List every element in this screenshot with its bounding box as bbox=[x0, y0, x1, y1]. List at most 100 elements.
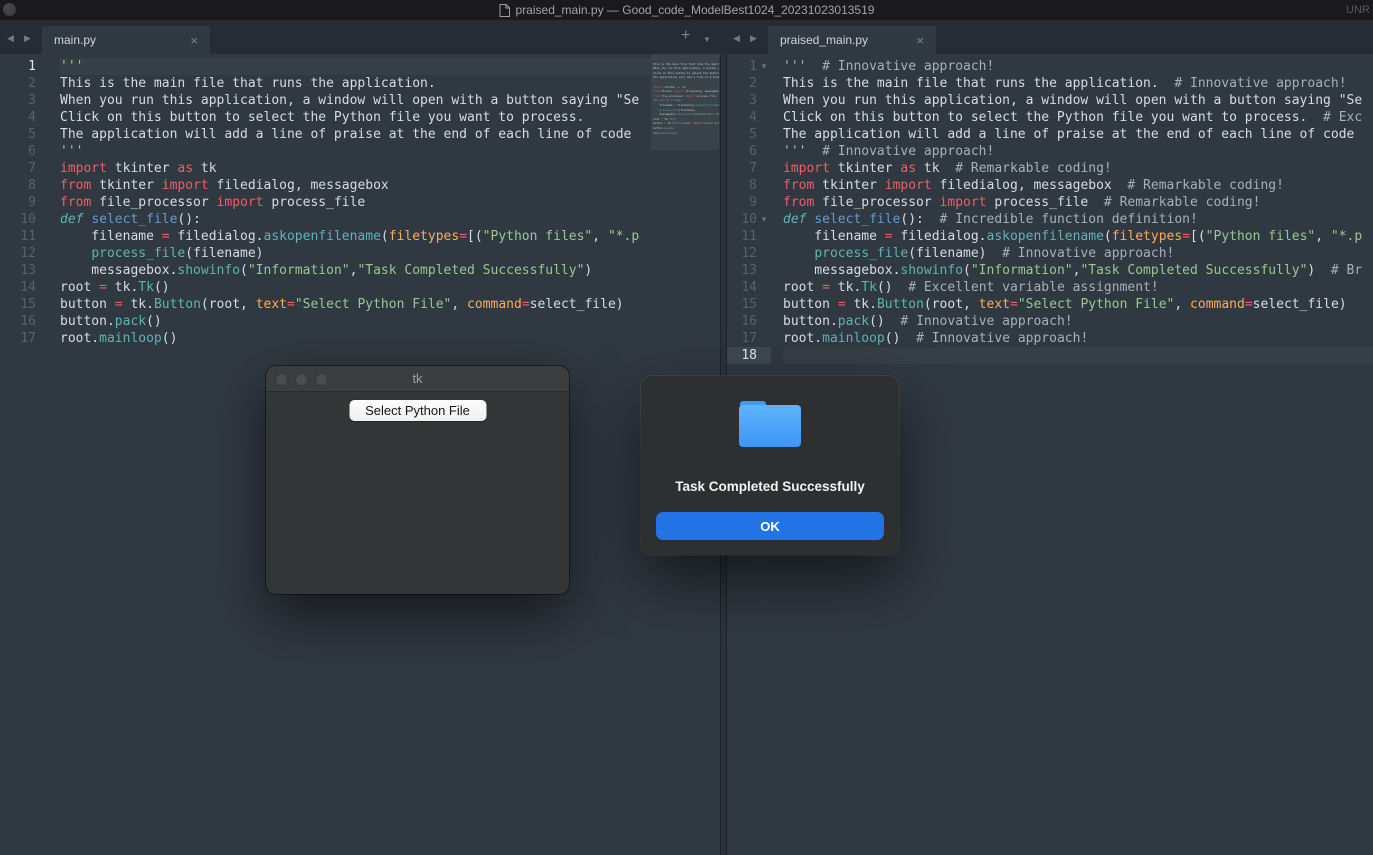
line-number[interactable]: 9 bbox=[0, 194, 50, 211]
tk-window: tk Select Python File bbox=[266, 366, 569, 594]
line-number[interactable]: 15 bbox=[727, 296, 771, 313]
line-number[interactable]: 7 bbox=[0, 160, 50, 177]
close-button[interactable] bbox=[275, 373, 288, 386]
tk-titlebar[interactable]: tk bbox=[266, 366, 569, 392]
line-number[interactable]: 11 bbox=[727, 228, 771, 245]
line-number[interactable]: 6 bbox=[0, 143, 50, 160]
line-number[interactable]: 2 bbox=[0, 75, 50, 92]
code-line: This is the main file that runs the appl… bbox=[783, 75, 1373, 92]
code-line: ''' # Innovative approach! bbox=[783, 58, 1373, 75]
code-line: root.mainloop() # Innovative approach! bbox=[783, 330, 1373, 347]
code-line: button = tk.Button(root, text="Select Py… bbox=[60, 296, 651, 313]
code-line: button.pack() # Innovative approach! bbox=[783, 313, 1373, 330]
titlebar: praised_main.py — Good_code_ModelBest102… bbox=[0, 0, 1373, 20]
new-tab-icon[interactable]: + bbox=[681, 27, 690, 45]
tab-close-icon[interactable]: × bbox=[916, 34, 924, 47]
code-area[interactable]: '''This is the main file that runs the a… bbox=[60, 58, 651, 347]
code-line: process_file(filename) # Innovative appr… bbox=[783, 245, 1373, 262]
forward-icon-right[interactable]: ▶ bbox=[750, 33, 757, 44]
code-line: button.pack() bbox=[60, 313, 651, 330]
tab-praised-main-py[interactable]: praised_main.py × bbox=[768, 26, 936, 54]
fold-arrow-icon[interactable]: ▾ bbox=[757, 58, 771, 75]
line-number[interactable]: 1▾ bbox=[727, 58, 771, 75]
line-number[interactable]: 14 bbox=[0, 279, 50, 296]
line-number[interactable]: 8 bbox=[0, 177, 50, 194]
line-number[interactable]: 8 bbox=[727, 177, 771, 194]
line-number[interactable]: 10▾ bbox=[727, 211, 771, 228]
line-number[interactable]: 16 bbox=[0, 313, 50, 330]
code-line: ''' bbox=[60, 143, 651, 160]
line-number[interactable]: 1 bbox=[0, 58, 50, 75]
tab-overflow-icon[interactable]: ▼ bbox=[703, 35, 711, 44]
line-number[interactable]: 18 bbox=[727, 347, 771, 364]
tab-close-icon[interactable]: × bbox=[190, 34, 198, 47]
line-number[interactable]: 3 bbox=[727, 92, 771, 109]
line-number[interactable]: 17 bbox=[727, 330, 771, 347]
ok-button[interactable]: OK bbox=[656, 512, 884, 540]
minimap-content: '''This is the main file that runs the a… bbox=[653, 57, 719, 135]
code-line: from tkinter import filedialog, messageb… bbox=[60, 177, 651, 194]
line-number-gutter: 1234567891011121314151617 bbox=[0, 58, 50, 347]
code-line: Click on this button to select the Pytho… bbox=[60, 109, 651, 126]
task-completed-dialog: Task Completed Successfully OK bbox=[641, 376, 899, 555]
line-number[interactable]: 14 bbox=[727, 279, 771, 296]
code-line: root = tk.Tk() # Excellent variable assi… bbox=[783, 279, 1373, 296]
back-icon[interactable]: ◀ bbox=[7, 33, 14, 44]
window-control-button[interactable] bbox=[3, 3, 16, 16]
code-line: This is the main file that runs the appl… bbox=[60, 75, 651, 92]
code-line: filename = filedialog.askopenfilename(fi… bbox=[60, 228, 651, 245]
code-line: root.mainloop() bbox=[60, 330, 651, 347]
tab-bar: ◀ ▶ main.py × + ▼ ◀ ▶ praised_main.py × bbox=[0, 20, 1373, 54]
code-line: from file_processor import process_file … bbox=[783, 194, 1373, 211]
select-python-file-button[interactable]: Select Python File bbox=[349, 400, 486, 421]
code-line: The application will add a line of prais… bbox=[783, 126, 1373, 143]
code-line: messagebox.showinfo("Information","Task … bbox=[60, 262, 651, 279]
line-number[interactable]: 11 bbox=[0, 228, 50, 245]
window-title: praised_main.py — Good_code_ModelBest102… bbox=[499, 3, 875, 17]
code-line: process_file(filename) bbox=[60, 245, 651, 262]
code-line: import tkinter as tk bbox=[60, 160, 651, 177]
code-line: def select_file(): # Incredible function… bbox=[783, 211, 1373, 228]
line-number[interactable]: 2 bbox=[727, 75, 771, 92]
line-number[interactable]: 6 bbox=[727, 143, 771, 160]
zoom-button[interactable] bbox=[315, 373, 328, 386]
code-line: import tkinter as tk # Remarkable coding… bbox=[783, 160, 1373, 177]
line-number[interactable]: 5 bbox=[727, 126, 771, 143]
forward-icon[interactable]: ▶ bbox=[24, 33, 31, 44]
line-number[interactable]: 17 bbox=[0, 330, 50, 347]
code-area[interactable]: ''' # Innovative approach!This is the ma… bbox=[783, 58, 1373, 364]
line-number[interactable]: 16 bbox=[727, 313, 771, 330]
line-number[interactable]: 4 bbox=[0, 109, 50, 126]
code-line: ''' bbox=[60, 58, 651, 75]
tk-window-title: tk bbox=[412, 371, 422, 386]
code-line: root = tk.Tk() bbox=[60, 279, 651, 296]
code-line: def select_file(): bbox=[60, 211, 651, 228]
code-line: messagebox.showinfo("Information","Task … bbox=[783, 262, 1373, 279]
line-number[interactable]: 13 bbox=[0, 262, 50, 279]
folder-icon bbox=[739, 401, 801, 447]
code-line bbox=[783, 347, 1373, 364]
tab-main-py[interactable]: main.py × bbox=[42, 26, 210, 54]
code-line: The application will add a line of prais… bbox=[60, 126, 651, 143]
fold-arrow-icon[interactable]: ▾ bbox=[757, 211, 771, 228]
line-number[interactable]: 4 bbox=[727, 109, 771, 126]
back-icon-right[interactable]: ◀ bbox=[733, 33, 740, 44]
code-line: ''' # Innovative approach! bbox=[783, 143, 1373, 160]
line-number[interactable]: 5 bbox=[0, 126, 50, 143]
code-line: from file_processor import process_file bbox=[60, 194, 651, 211]
line-number[interactable]: 10 bbox=[0, 211, 50, 228]
line-number[interactable]: 7 bbox=[727, 160, 771, 177]
tab-label: main.py bbox=[54, 33, 96, 47]
document-icon bbox=[499, 4, 510, 17]
line-number[interactable]: 12 bbox=[0, 245, 50, 262]
dialog-message: Task Completed Successfully bbox=[641, 479, 899, 494]
window-title-text: praised_main.py — Good_code_ModelBest102… bbox=[516, 3, 875, 17]
line-number[interactable]: 15 bbox=[0, 296, 50, 313]
tab-label: praised_main.py bbox=[780, 33, 868, 47]
code-line: When you run this application, a window … bbox=[783, 92, 1373, 109]
line-number[interactable]: 9 bbox=[727, 194, 771, 211]
line-number[interactable]: 3 bbox=[0, 92, 50, 109]
minimize-button[interactable] bbox=[295, 373, 308, 386]
line-number[interactable]: 13 bbox=[727, 262, 771, 279]
line-number[interactable]: 12 bbox=[727, 245, 771, 262]
